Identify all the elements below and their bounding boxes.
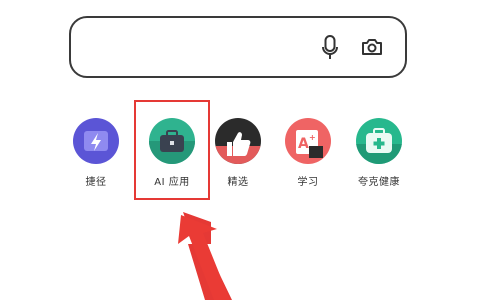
red-arrow-icon [178, 212, 232, 300]
